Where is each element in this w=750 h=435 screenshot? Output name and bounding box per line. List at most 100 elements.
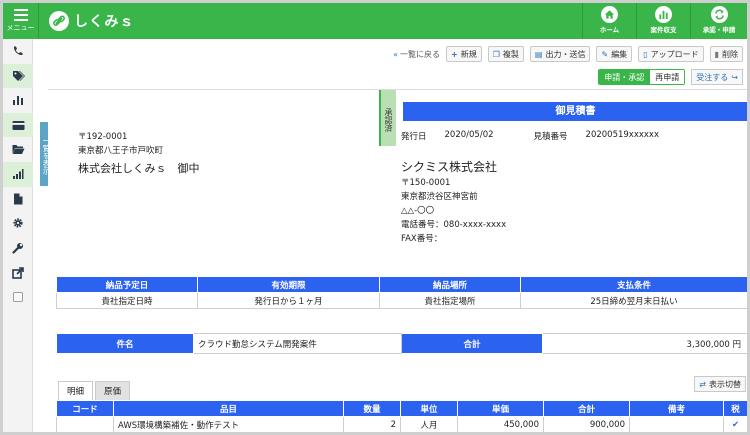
subject-total-table: 件名 クラウド勤怠システム開発案件 合計 3,300,000 円 <box>56 333 747 354</box>
issue-date-label: 発行日 <box>401 132 427 142</box>
line-price: 450,000 <box>457 416 544 432</box>
file-icon: ▯ <box>643 49 648 59</box>
line-header: 品目 <box>113 400 344 417</box>
terms-table: 納品予定日 有効期限 納品場所 支払条件 貴社指定日時 発行日から１ヶ月 貴社指… <box>56 276 747 309</box>
trash-icon: ▮ <box>714 49 719 59</box>
total-label: 合計 <box>401 333 543 354</box>
delete-button[interactable]: ▮ 削除 <box>709 46 743 62</box>
line-header: 合計 <box>543 400 630 417</box>
copy-button[interactable]: ❐ 複製 <box>487 46 524 62</box>
issuer-postal: 〒150-0001 <box>401 178 451 188</box>
sidebar-item-external[interactable] <box>3 260 33 285</box>
output-send-button[interactable]: ▤ 出力・送信 <box>529 46 591 62</box>
line-header: 数量 <box>343 400 401 417</box>
menu-button[interactable]: メニュー <box>3 3 39 39</box>
copy-icon: ❐ <box>492 49 500 59</box>
issuer-fax: FAX番号： <box>401 234 443 244</box>
refresh-icon <box>710 6 728 23</box>
output-send-label: 出力・送信 <box>545 49 586 59</box>
new-button[interactable]: + 新規 <box>446 46 482 62</box>
issuer-address: 東京都渋谷区神宮前 <box>401 192 478 202</box>
external-link-icon <box>12 266 24 279</box>
action-toolbar: « 一覧に戻る + 新規 ❐ 複製 ▤ 出力・送信 ✎ 編集 ▯ アップロード … <box>393 46 743 62</box>
arrow-right-icon: ↪ <box>731 72 738 82</box>
sidebar-item-analytics[interactable] <box>3 88 33 113</box>
line-items-table: コード 品目 数量 単位 単価 合計 備考 税 AWS環境構築補佐・動作テスト … <box>56 400 747 432</box>
sidebar-item-settings[interactable] <box>3 211 33 236</box>
signal-bars-icon <box>13 169 24 180</box>
nav-approval[interactable]: 承認・申請 <box>690 3 747 39</box>
sidebar-item-tags[interactable] <box>3 63 33 89</box>
line-header: 備考 <box>629 400 724 417</box>
total-value: 3,300,000 円 <box>542 333 747 354</box>
left-sidebar <box>3 39 33 432</box>
estimate-no: 20200519xxxxxx <box>585 130 659 140</box>
estimate-no-label: 見積番号 <box>533 132 568 142</box>
back-to-list-label: 一覧に戻る <box>400 49 441 59</box>
tab-cost[interactable]: 原価 <box>95 381 131 400</box>
app-name: しくみｓ <box>74 14 135 30</box>
link-icon <box>49 11 69 31</box>
issuer-name: シクミス株式会社 <box>401 160 498 174</box>
display-switch-button[interactable]: ⇄ 表示切替 <box>694 376 746 392</box>
terms-cell: 貴社指定場所 <box>379 292 521 309</box>
tags-icon <box>12 70 25 81</box>
detail-tabs: 明細 原価 <box>58 381 132 400</box>
double-left-arrow-icon: « <box>393 49 399 59</box>
terms-header-row: 納品予定日 有効期限 納品場所 支払条件 <box>56 276 747 293</box>
terms-header: 納品場所 <box>379 276 521 293</box>
sidebar-item-files[interactable] <box>3 137 33 162</box>
plus-icon: + <box>451 49 458 59</box>
table-row: AWS環境構築補佐・動作テスト 2 人月 450,000 900,000 ✔ <box>56 416 747 432</box>
approval-toggle: 申請・承認 再申請 <box>598 69 686 85</box>
line-header: コード <box>56 400 114 417</box>
edit-button[interactable]: ✎ 編集 <box>596 46 633 62</box>
line-code <box>56 416 114 432</box>
line-header: 単位 <box>400 400 458 417</box>
home-icon <box>601 6 618 23</box>
terms-cell: 貴社指定日時 <box>56 292 198 309</box>
folder-open-icon <box>12 145 24 155</box>
edit-button-label: 編集 <box>611 49 628 59</box>
line-header: 税 <box>723 400 747 417</box>
terms-value-row: 貴社指定日時 発行日から１ヶ月 貴社指定場所 25日締め翌月末日払い <box>56 292 747 309</box>
line-header: 単価 <box>457 400 544 417</box>
gear-icon <box>13 218 23 229</box>
upload-button[interactable]: ▯ アップロード <box>638 46 704 62</box>
credit-card-icon <box>12 120 24 130</box>
terms-cell: 発行日から１ヶ月 <box>197 292 380 309</box>
nav-home[interactable]: ホーム <box>582 3 636 39</box>
subject-label: 件名 <box>56 333 194 354</box>
issue-date: 2020/05/02 <box>444 130 494 140</box>
sidebar-item-contacts[interactable] <box>3 39 33 64</box>
bar-chart-icon <box>655 6 672 23</box>
app-window: メニュー しくみｓ ホーム 案件収支 承認・申請 一覧を表示 « 一覧に戻る +… <box>0 0 750 435</box>
line-items-header-row: コード 品目 数量 単位 単価 合計 備考 税 <box>56 400 747 417</box>
sidebar-item-billing[interactable] <box>3 112 33 138</box>
swap-icon: ⇄ <box>699 379 706 389</box>
document-icon <box>14 193 23 205</box>
terms-cell: 25日締め翌月末日払い <box>520 292 747 309</box>
accept-order-button[interactable]: 受注する ↪ <box>691 69 743 85</box>
sidebar-item-reports[interactable] <box>3 161 33 187</box>
request-approve-button[interactable]: 申請・承認 <box>599 70 650 84</box>
nav-project-balance[interactable]: 案件収支 <box>636 3 690 39</box>
document-title: 御見積書 <box>403 102 747 121</box>
back-to-list-link[interactable]: « 一覧に戻る <box>393 49 440 60</box>
upload-button-label: アップロード <box>650 49 699 59</box>
tax-check-icon: ✔ <box>723 416 747 432</box>
line-total: 900,000 <box>543 416 630 432</box>
display-switch-label: 表示切替 <box>709 379 741 389</box>
sidebar-item-checkbox[interactable] <box>3 285 33 310</box>
issuer-tel: 電話番号：080-xxxx-xxxx <box>401 220 507 230</box>
app-logo[interactable]: しくみｓ <box>49 11 135 31</box>
estimate-document: 承認済 〒192-0001 東京都八王子市戸吹町 株式会社しくみｓ 御中 御見積… <box>48 89 747 432</box>
terms-header: 納品予定日 <box>56 276 198 293</box>
new-button-label: 新規 <box>460 49 477 59</box>
sidebar-item-documents[interactable] <box>3 187 33 212</box>
terms-header: 支払条件 <box>520 276 747 293</box>
sidebar-item-tools[interactable] <box>3 236 33 261</box>
tab-details[interactable]: 明細 <box>58 381 94 400</box>
reapply-button[interactable]: 再申請 <box>649 70 685 84</box>
wrench-icon <box>12 243 23 254</box>
